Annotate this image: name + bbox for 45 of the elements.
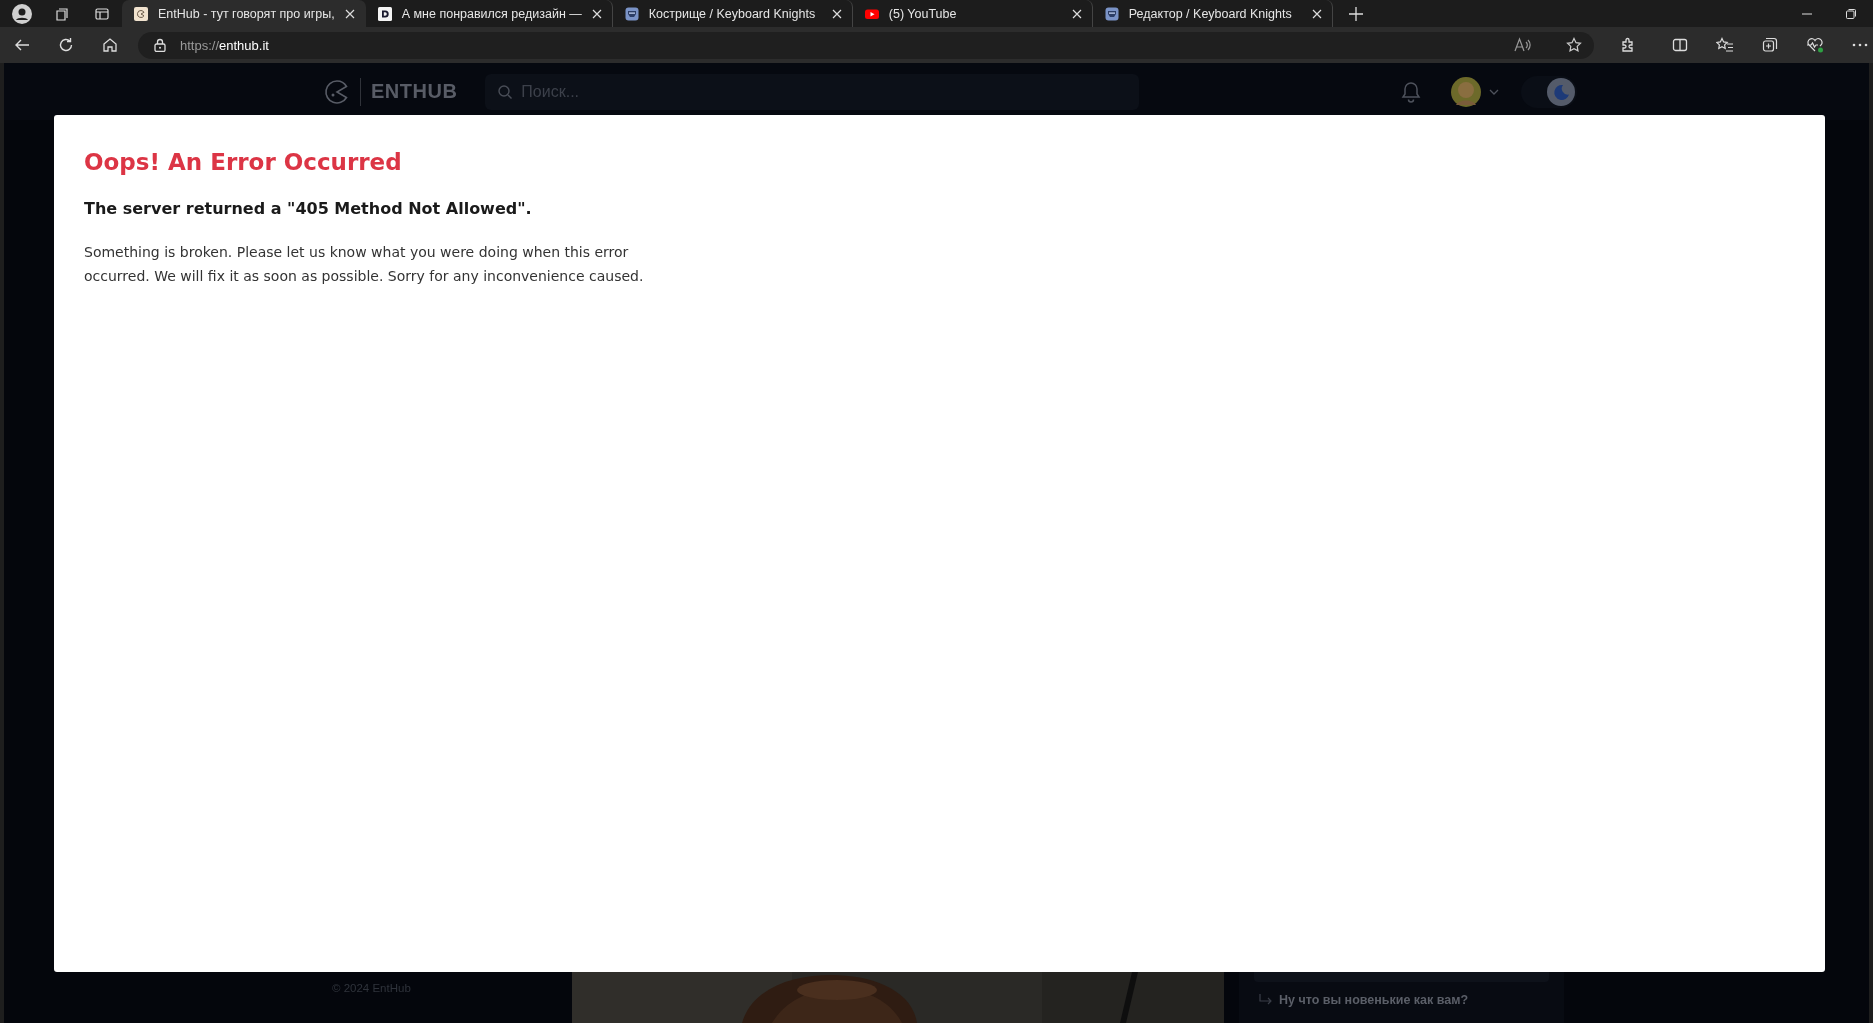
favicon-icon	[134, 6, 148, 21]
avatar[interactable]	[1451, 76, 1481, 107]
close-icon[interactable]	[831, 8, 842, 19]
tab-title: А мне понравился редизайн —	[401, 6, 582, 21]
search-icon	[497, 83, 514, 100]
new-tab-icon[interactable]	[1348, 6, 1363, 21]
split-screen-icon[interactable]	[1672, 37, 1688, 53]
chevron-down-icon[interactable]	[1489, 88, 1499, 95]
moon-icon	[1547, 77, 1575, 106]
theme-toggle[interactable]	[1521, 75, 1577, 108]
read-aloud-icon[interactable]	[1514, 37, 1532, 53]
tab-title: Редактор / Keyboard Knights	[1128, 6, 1293, 21]
tab-title: Кострище / Keyboard Knights	[648, 6, 817, 21]
refresh-icon[interactable]	[58, 37, 74, 53]
workspaces-icon[interactable]	[54, 5, 70, 22]
collections-icon[interactable]	[1762, 37, 1778, 53]
back-icon[interactable]	[14, 37, 30, 53]
error-message: Something is broken. Please let us know what you were doing when this error occurred. We will fix it as soon as possible. Sorry for any inconvenience caused.	[84, 243, 645, 286]
error-subtitle: The server returned a "405 Method Not Allowed".	[84, 199, 533, 218]
tab-actions-icon[interactable]	[94, 5, 110, 22]
address-bar[interactable]: https://enthub.it	[138, 31, 1594, 59]
url-text: https://enthub.it	[180, 37, 269, 53]
logo-icon[interactable]	[324, 78, 350, 105]
bell-icon[interactable]	[1401, 80, 1421, 103]
browser-tab[interactable]: EntHub - тут говорят про игры,	[122, 0, 366, 27]
favicon-icon	[1104, 6, 1119, 21]
favicon-icon	[624, 6, 639, 21]
more-icon[interactable]	[1852, 43, 1868, 47]
reply-arrow-icon	[1259, 994, 1273, 1006]
extensions-icon[interactable]	[1620, 37, 1636, 53]
close-icon[interactable]	[344, 8, 355, 19]
profile-icon[interactable]	[12, 3, 32, 24]
health-icon[interactable]	[1806, 37, 1824, 53]
home-icon[interactable]	[102, 37, 118, 53]
favorites-icon[interactable]	[1716, 37, 1734, 53]
close-icon[interactable]	[591, 8, 602, 19]
star-icon[interactable]	[1566, 37, 1582, 53]
error-title: Oops! An Error Occurred	[84, 149, 403, 175]
tab-title: (5) YouTube	[888, 6, 958, 21]
close-icon[interactable]	[1311, 8, 1322, 19]
tab-title: EntHub - тут говорят про игры,	[158, 6, 335, 21]
favicon-icon	[377, 6, 392, 21]
lock-icon	[154, 38, 166, 52]
restore-icon[interactable]	[1846, 8, 1856, 19]
close-icon[interactable]	[1071, 8, 1082, 19]
